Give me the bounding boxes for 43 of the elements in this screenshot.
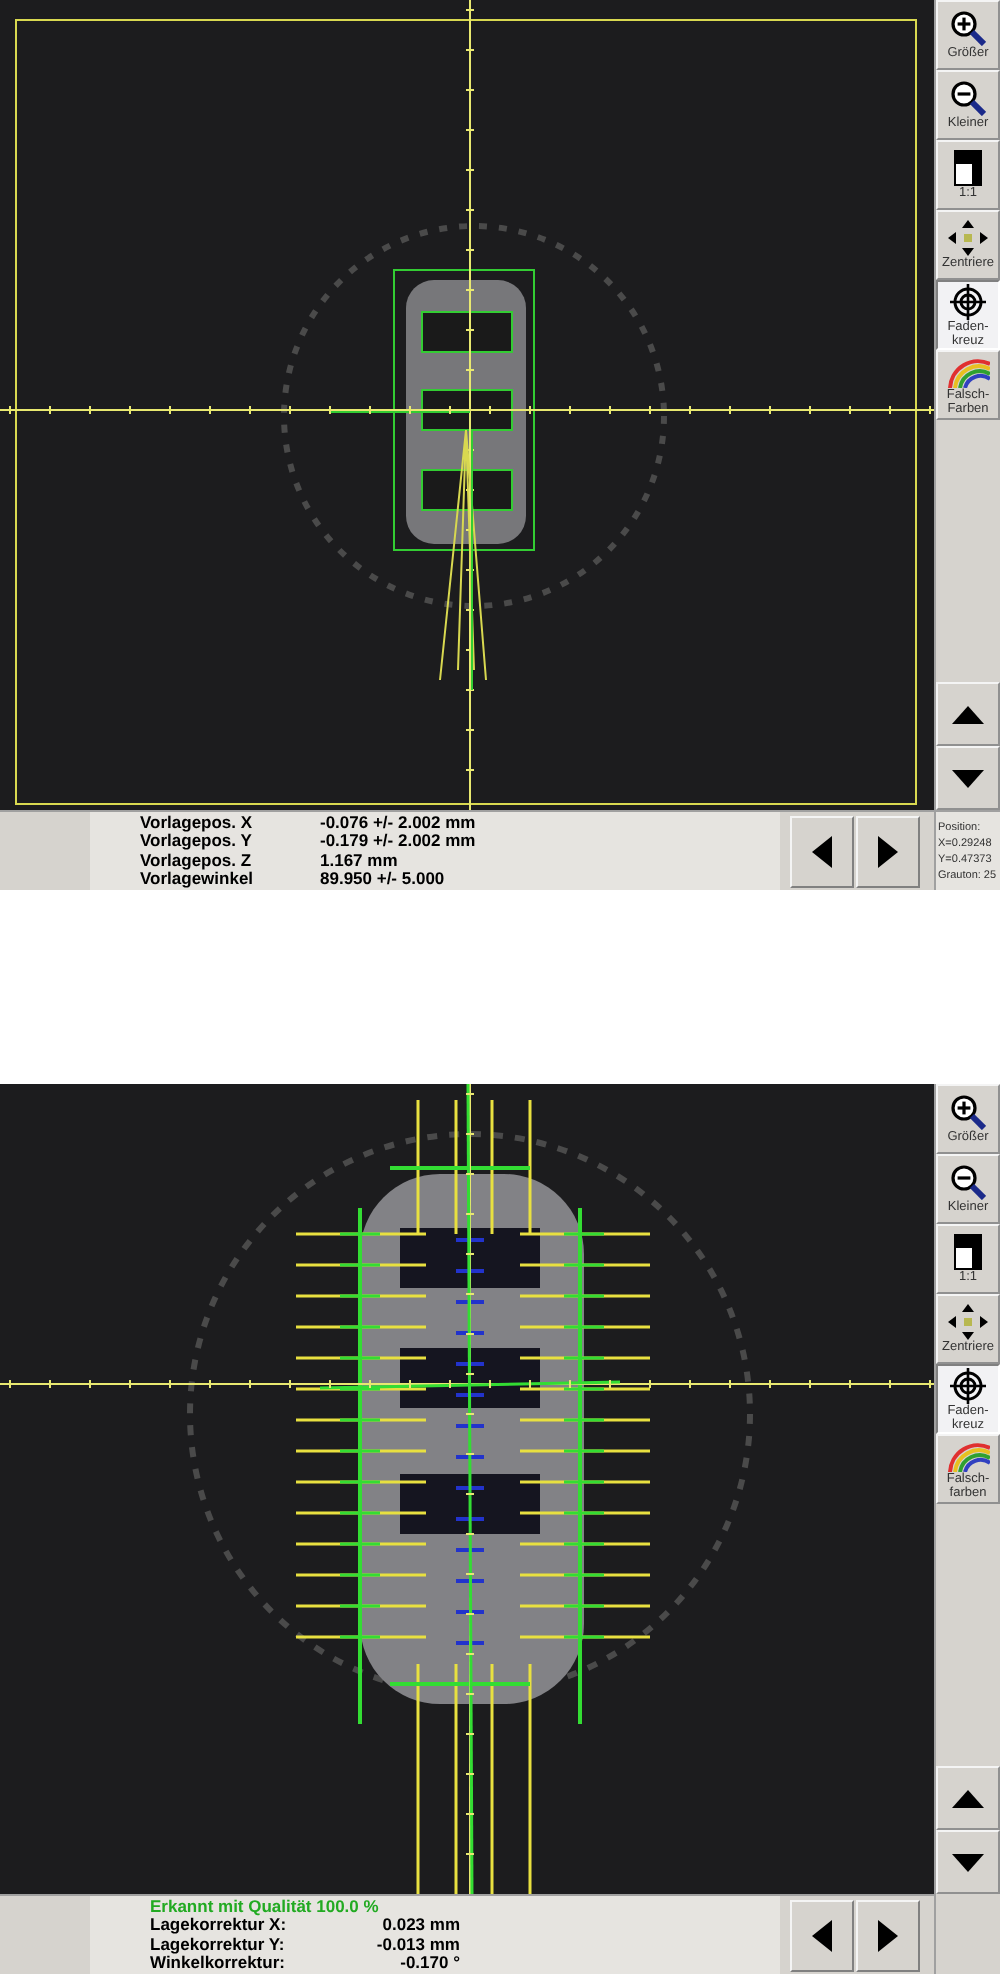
- info-value: -0.076 +/- 2.002 mm: [320, 813, 476, 832]
- zoom-out-icon: [950, 1164, 986, 1200]
- up-triangle-icon: [952, 1789, 984, 1807]
- left-triangle-icon: [812, 1919, 832, 1951]
- rainbow-icon: [946, 1439, 990, 1471]
- page-icon: [954, 1234, 982, 1270]
- page-icon: [954, 150, 982, 186]
- previous-button[interactable]: [790, 1899, 854, 1971]
- zoom-out-icon: [950, 80, 986, 116]
- info-label: Vorlagepos. Z: [138, 851, 254, 870]
- info-label: Vorlagepos. Y: [138, 832, 254, 851]
- right-triangle-icon: [878, 1919, 898, 1951]
- info-value: 0.023 mm: [380, 1916, 460, 1935]
- crosshair-icon: [950, 1367, 986, 1403]
- next-button[interactable]: [856, 1899, 920, 1971]
- scroll-down-button[interactable]: [936, 1830, 1000, 1894]
- zoom-in-icon: [950, 1094, 986, 1130]
- down-triangle-icon: [952, 769, 984, 787]
- quality-text: Erkannt mit Qualität 100.0 %: [148, 1897, 381, 1916]
- left-triangle-icon: [812, 835, 832, 867]
- next-button[interactable]: [856, 815, 920, 887]
- info-label: Winkelkorrektur:: [148, 1954, 287, 1973]
- right-triangle-icon: [878, 835, 898, 867]
- info-value: 89.950 +/- 5.000: [320, 870, 445, 889]
- info-value: 1.167 mm: [320, 851, 398, 870]
- down-triangle-icon: [952, 1853, 984, 1871]
- zoom-in-icon: [950, 10, 986, 46]
- info-label: Lagekorrektur Y:: [148, 1935, 287, 1954]
- scroll-up-button[interactable]: [936, 1766, 1000, 1830]
- crosshair-icon: [950, 283, 986, 319]
- move-arrows-icon: [948, 220, 988, 256]
- info-value: -0.179 +/- 2.002 mm: [320, 832, 476, 851]
- info-value: -0.170 °: [398, 1954, 460, 1973]
- scroll-up-button[interactable]: [936, 682, 1000, 746]
- info-label: Vorlagewinkel: [138, 870, 256, 889]
- info-value: -0.013 mm: [374, 1935, 460, 1954]
- info-label: Vorlagepos. X: [138, 813, 255, 832]
- rainbow-icon: [946, 355, 990, 387]
- move-arrows-icon: [948, 1304, 988, 1340]
- scroll-down-button[interactable]: [936, 746, 1000, 810]
- info-label: Lagekorrektur X:: [148, 1916, 287, 1935]
- previous-button[interactable]: [790, 815, 854, 887]
- up-triangle-icon: [952, 705, 984, 723]
